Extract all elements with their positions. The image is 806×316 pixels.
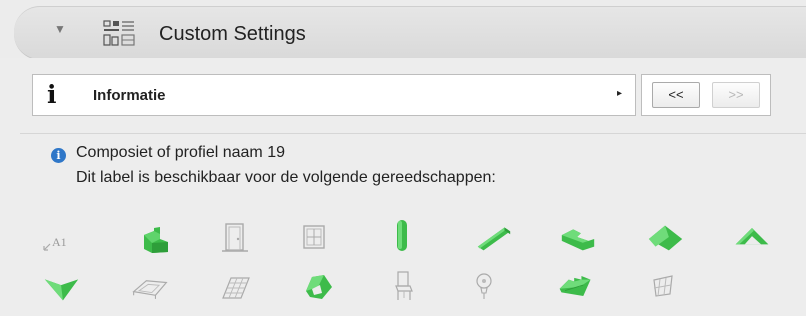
disclosure-triangle-icon[interactable]: ▼ [54,22,66,36]
info-circle-icon: i [51,148,66,163]
next-button[interactable]: >> [712,82,760,108]
custom-settings-header[interactable]: ▼ Custom Settings [14,6,806,60]
description-title: Composiet of profiel naam 19 [76,144,285,161]
railing-tool-icon [644,268,684,304]
column-tool-icon [382,218,422,254]
morph-tool-icon [298,268,338,304]
shell-tool-icon [732,220,772,256]
previous-button[interactable]: << [652,82,700,108]
stair-tool-icon [556,268,596,304]
settings-panel: ▼ Custom Settings i Informatie ▸ << >> i… [0,0,806,316]
roof-tool-icon [646,220,686,256]
info-dropdown[interactable]: i Informatie ▸ [32,74,636,116]
info-dropdown-label: Informatie [93,87,166,104]
panel-title: Custom Settings [159,23,306,45]
object-tool-icon [384,268,424,304]
wall-tool-icon [136,222,176,258]
lamp-tool-icon [464,268,504,304]
mesh-tool-icon [130,270,170,306]
label-tool-icon: A1 [40,226,80,262]
slab-tool-icon [558,220,598,256]
info-icon: i [47,80,57,109]
curtain-wall-tool-icon [215,270,255,306]
custom-settings-icon [102,19,136,49]
window-tool-icon [294,220,334,256]
skylight-tool-icon [42,270,82,306]
navigation-buttons: << >> [641,74,771,116]
beam-tool-icon [474,220,514,256]
dropdown-arrow-icon: ▸ [617,88,623,99]
label-tool-text: A1 [52,235,67,249]
door-tool-icon [215,220,255,256]
divider [20,133,806,134]
description-text: Dit label is beschikbaar voor de volgend… [76,169,496,186]
